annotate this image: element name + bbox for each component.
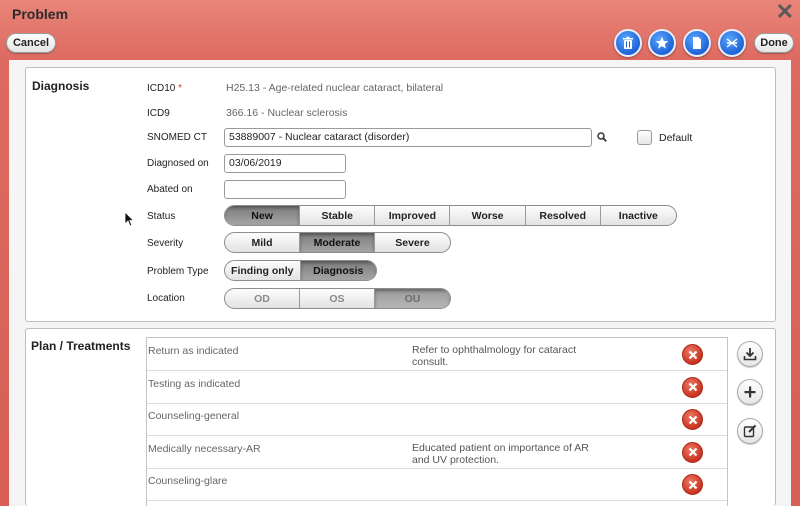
diagnosed-on-field[interactable]: 03/06/2019: [224, 154, 346, 173]
plan-row-name: Counseling-glare: [148, 475, 228, 487]
plan-row-note: Educated patient on importance of AR and…: [412, 441, 589, 466]
scissors-icon[interactable]: [718, 29, 746, 57]
plan-row[interactable]: Medically necessary-AR Educated patient o…: [147, 436, 727, 469]
icd9-label: ICD9: [147, 108, 170, 119]
severity-option-severe[interactable]: Severe: [375, 233, 450, 252]
cancel-button[interactable]: Cancel: [6, 33, 56, 53]
diagnosis-panel: [25, 67, 776, 322]
abated-on-label: Abated on: [147, 184, 193, 195]
default-label: Default: [659, 132, 693, 144]
status-option-new[interactable]: New: [225, 206, 301, 225]
severity-segmented-control: Mild Moderate Severe: [224, 232, 451, 253]
plan-row[interactable]: Counseling-glare: [147, 468, 727, 501]
plan-row-note: Refer to ophthalmology for cataract cons…: [412, 344, 577, 368]
plan-row[interactable]: Counseling-general: [147, 403, 727, 436]
icd9-value: 366.16 - Nuclear sclerosis: [226, 107, 348, 119]
delete-icon[interactable]: [682, 376, 703, 398]
download-icon[interactable]: [737, 341, 763, 367]
document-icon[interactable]: [683, 29, 711, 57]
close-icon[interactable]: ✕: [776, 1, 794, 23]
severity-label: Severity: [147, 238, 184, 249]
status-option-worse[interactable]: Worse: [450, 206, 526, 225]
snomed-label: SNOMED CT: [147, 132, 207, 143]
star-icon[interactable]: [648, 29, 676, 57]
delete-icon[interactable]: [682, 409, 703, 430]
plan-list: Return as indicated Refer to ophthalmolog…: [146, 337, 728, 506]
severity-option-mild[interactable]: Mild: [225, 233, 300, 252]
status-option-inactive[interactable]: Inactive: [601, 206, 676, 225]
search-icon[interactable]: [597, 132, 607, 145]
severity-option-moderate[interactable]: Moderate: [299, 233, 375, 252]
plan-row-name: Return as indicated: [148, 345, 239, 357]
abated-on-field[interactable]: [224, 180, 346, 199]
location-segmented-control: OD OS OU: [224, 288, 451, 309]
location-option-od[interactable]: OD: [225, 289, 300, 308]
location-label: Location: [147, 293, 185, 304]
delete-icon[interactable]: [682, 344, 703, 365]
location-option-os[interactable]: OS: [300, 289, 375, 308]
plan-row[interactable]: Testing as indicated: [147, 371, 727, 404]
status-label: Status: [147, 211, 176, 222]
title-bar: Problem ✕: [0, 0, 800, 30]
mouse-cursor: [124, 211, 135, 230]
icd10-value: H25.13 - Age-related nuclear cataract, b…: [226, 82, 444, 94]
icd10-label: ICD10 *: [147, 83, 183, 94]
problem-type-segmented-control: Finding only Diagnosis: [224, 260, 377, 281]
done-button[interactable]: Done: [754, 33, 794, 53]
plan-row-name: Medically necessary-AR: [148, 442, 261, 455]
problem-type-option-diagnosis[interactable]: Diagnosis: [300, 261, 376, 280]
plan-row-name: Counseling-general: [148, 410, 240, 422]
plus-icon[interactable]: [737, 379, 763, 405]
diagnosis-section-title: Diagnosis: [32, 79, 90, 93]
required-mark: *: [178, 83, 183, 94]
default-checkbox[interactable]: [637, 130, 652, 145]
status-option-improved[interactable]: Improved: [375, 206, 451, 225]
plan-row[interactable]: Return as indicated Refer to ophthalmolog…: [147, 338, 727, 371]
delete-icon[interactable]: [682, 474, 703, 495]
plan-section-title: Plan / Treatments: [31, 339, 131, 353]
edit-icon[interactable]: [737, 418, 763, 444]
problem-type-option-finding-only[interactable]: Finding only: [225, 261, 301, 280]
location-option-ou[interactable]: OU: [374, 289, 450, 308]
window-title: Problem: [12, 6, 69, 22]
status-option-resolved[interactable]: Resolved: [526, 206, 601, 225]
status-segmented-control: New Stable Improved Worse Resolved Inactive: [224, 205, 677, 226]
plan-row-name: Testing as indicated: [148, 377, 241, 390]
trash-icon[interactable]: [614, 29, 642, 57]
diagnosed-on-label: Diagnosed on: [147, 158, 209, 169]
status-option-stable[interactable]: Stable: [300, 206, 376, 225]
problem-type-label: Problem Type: [147, 266, 209, 277]
delete-icon[interactable]: [682, 441, 703, 463]
snomed-field[interactable]: 53889007 - Nuclear cataract (disorder): [224, 128, 592, 147]
